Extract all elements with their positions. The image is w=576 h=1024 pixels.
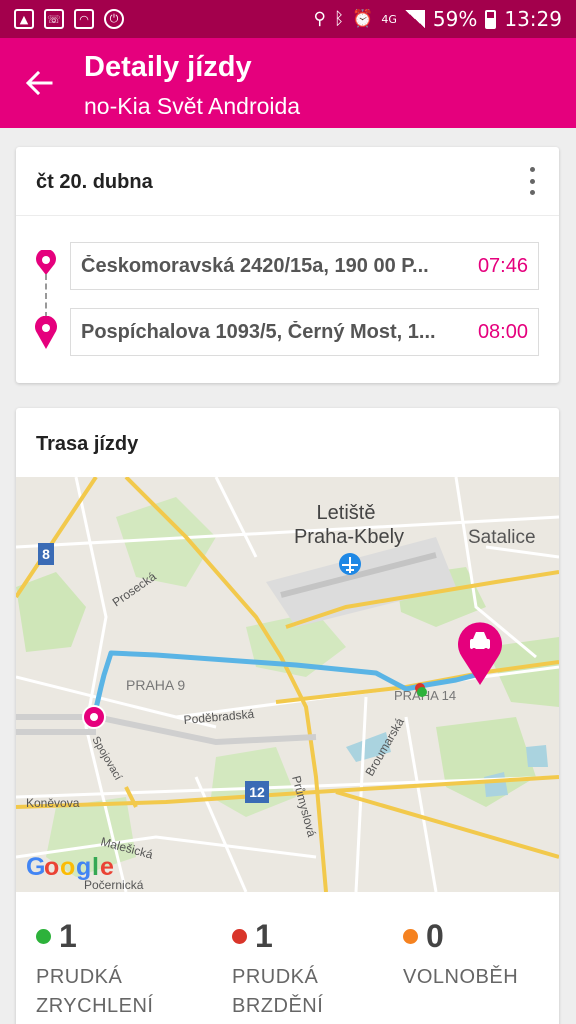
map-label-praha-kbely: Praha-Kbely — [294, 526, 404, 548]
stat-hard-braking: 1 PRUDKÁ BRZDĚNÍ — [232, 918, 392, 1021]
signal-icon — [404, 10, 425, 28]
google-logo: G o o g l e — [26, 853, 114, 881]
end-pin-icon — [35, 316, 57, 349]
wifi-call-icon: ☏ — [44, 9, 64, 29]
svg-text:o: o — [44, 853, 59, 881]
map-label-praha9: PRAHA 9 — [126, 677, 185, 693]
arrow-back-icon — [25, 71, 53, 95]
svg-text:o: o — [60, 853, 75, 881]
start-stop-row[interactable]: Českomoravská 2420/15a, 190 00 P... 07:4… — [70, 242, 539, 290]
alarm-icon: ⏰ — [352, 9, 374, 29]
stat-label-line2: ZRYCHLENÍ — [36, 995, 154, 1017]
status-icons-right: ⚲ ᛒ ⏰ 4G 59% 13:29 — [314, 7, 562, 31]
page-title: Detaily jízdy — [84, 51, 252, 83]
route-connector — [45, 274, 47, 318]
acceleration-marker — [417, 687, 427, 697]
svg-text:e: e — [100, 853, 114, 881]
bluetooth-icon: ᛒ — [334, 9, 345, 29]
trip-card: čt 20. dubna Českomoravská 2420/15a, 190… — [16, 147, 559, 383]
svg-text:l: l — [92, 853, 99, 881]
app-bar: Detaily jízdy no-Kia Svět Androida — [0, 38, 576, 128]
route-map[interactable]: 8 12 Letiště Praha-Kbely Satalice Prosec… — [16, 477, 559, 892]
status-bar: ▲ ☏ ◠ ⏻ ⚲ ᛒ ⏰ 4G 59% 13:29 — [0, 0, 576, 38]
stat-value: 1 — [59, 918, 77, 954]
status-icons-left: ▲ ☏ ◠ ⏻ — [14, 9, 124, 29]
map-label-letiste: Letiště — [317, 502, 376, 524]
more-options-icon[interactable] — [527, 167, 537, 195]
location-icon: ⚲ — [313, 9, 326, 29]
image-icon: ▲ — [14, 9, 34, 29]
start-address: Českomoravská 2420/15a, 190 00 P... — [81, 254, 429, 277]
green-dot-icon — [36, 929, 51, 944]
network-type: 4G — [381, 12, 397, 26]
stat-value: 0 — [426, 918, 444, 954]
stat-label-line2: BRZDĚNÍ — [232, 995, 324, 1017]
power-icon: ⏻ — [104, 9, 124, 29]
route-card: Trasa jízdy 8 12 Letiště Praha-Kbely Sat… — [16, 408, 559, 1024]
svg-text:g: g — [76, 853, 91, 881]
battery-percent: 59% — [432, 7, 478, 31]
trip-date: čt 20. dubna — [36, 171, 153, 193]
stat-idling: 0 VOLNOBĚH — [403, 918, 559, 992]
start-pin-icon — [36, 250, 56, 275]
wifi-box-icon: ◠ — [74, 9, 94, 29]
clock: 13:29 — [504, 7, 562, 31]
stat-label-line1: PRUDKÁ — [232, 966, 319, 988]
orange-dot-icon — [403, 929, 418, 944]
road-label-8: 8 — [42, 546, 50, 562]
stat-value: 1 — [255, 918, 273, 954]
svg-text:G: G — [26, 853, 45, 881]
stat-label-line1: PRUDKÁ — [36, 966, 123, 988]
end-stop-row[interactable]: Pospíchalova 1093/5, Černý Most, 1... 08… — [70, 308, 539, 356]
start-time: 07:46 — [477, 254, 528, 277]
battery-icon — [485, 9, 497, 29]
end-time: 08:00 — [477, 320, 528, 343]
map-canvas: 8 12 Letiště Praha-Kbely Satalice Prosec… — [16, 477, 559, 892]
stat-label-line1: VOLNOBĚH — [403, 966, 519, 988]
end-address: Pospíchalova 1093/5, Černý Most, 1... — [81, 320, 436, 343]
road-label-12: 12 — [249, 784, 265, 800]
back-button[interactable] — [20, 64, 58, 102]
red-dot-icon — [232, 929, 247, 944]
route-title: Trasa jízdy — [36, 433, 139, 455]
trip-card-header: čt 20. dubna — [16, 147, 559, 216]
map-label-konevova: Koněvova — [26, 796, 80, 810]
page-subtitle: no-Kia Svět Androida — [84, 93, 301, 119]
stat-hard-acceleration: 1 PRUDKÁ ZRYCHLENÍ — [36, 918, 196, 1021]
map-label-satalice: Satalice — [468, 527, 536, 548]
